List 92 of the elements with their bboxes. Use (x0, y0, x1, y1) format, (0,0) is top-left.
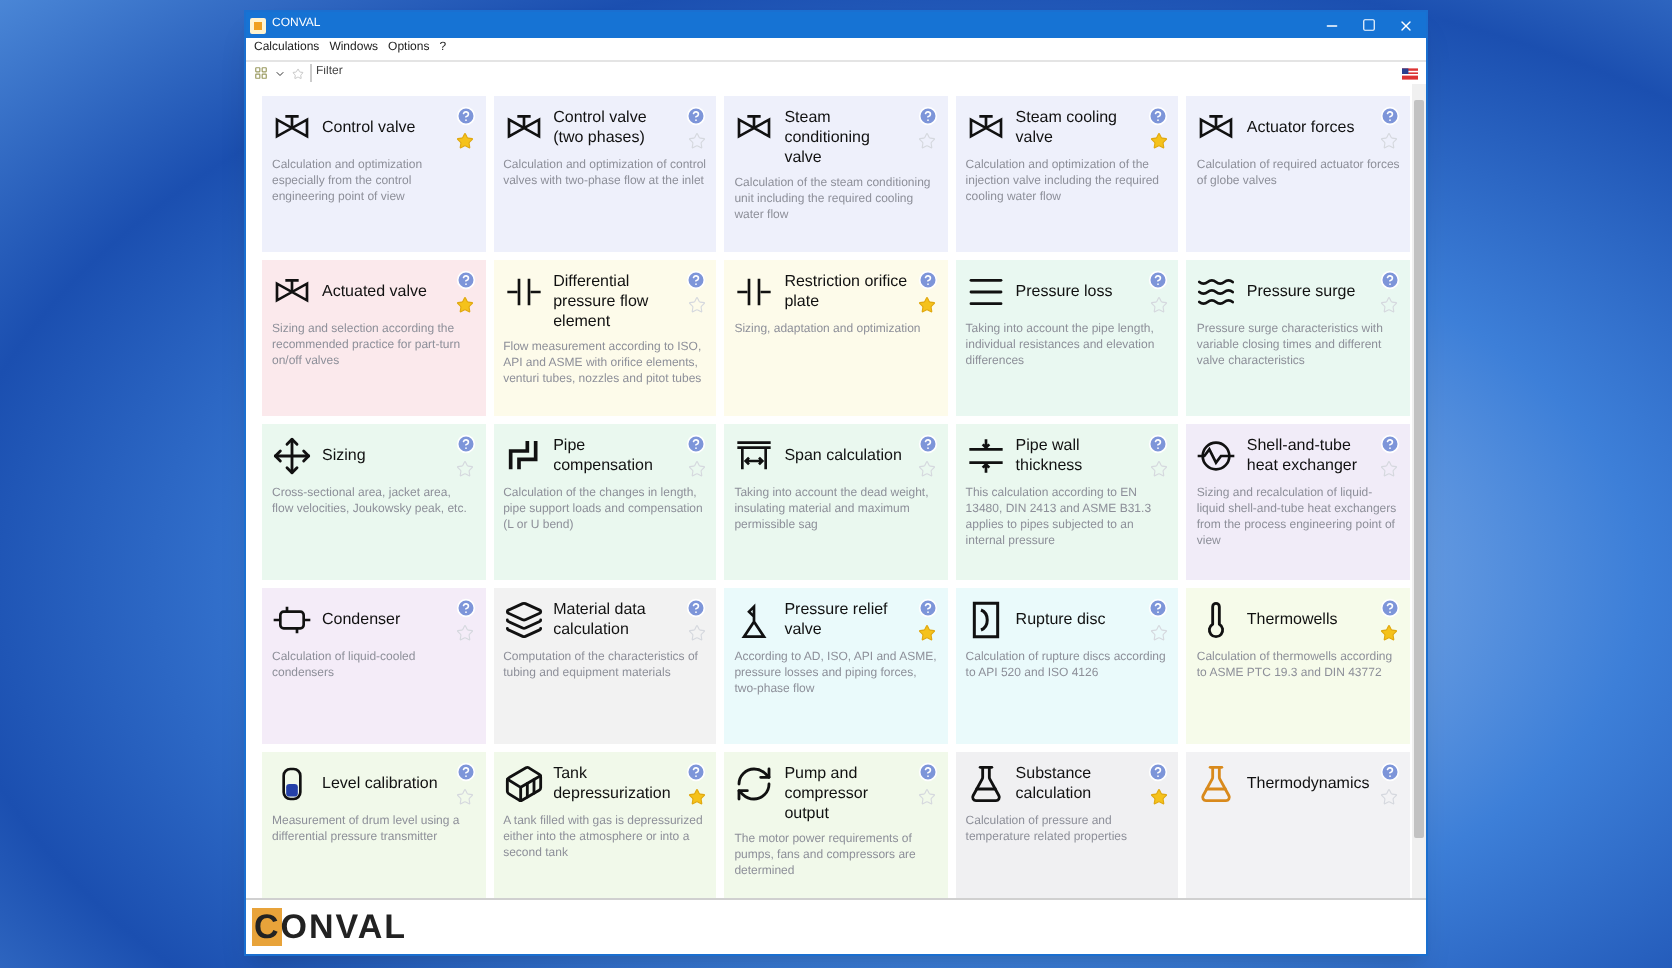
help-icon[interactable] (686, 434, 707, 454)
favorite-star-icon[interactable] (918, 296, 937, 314)
help-icon[interactable] (1148, 762, 1169, 782)
view-icon[interactable] (254, 66, 268, 80)
card-title: Control valve (322, 115, 418, 139)
help-icon[interactable] (686, 762, 707, 782)
card-title: Actuated valve (322, 279, 429, 303)
scrollbar[interactable] (1412, 84, 1426, 898)
help-icon[interactable] (1148, 434, 1169, 454)
help-icon[interactable] (1379, 762, 1400, 782)
pipe-wall-icon (965, 436, 1006, 476)
help-icon[interactable] (455, 598, 476, 618)
tank-icon (503, 764, 544, 804)
card-title: Tank depressurization (553, 762, 673, 804)
card-title: Material data calculation (553, 598, 648, 640)
card-title: Restriction orifice plate (784, 270, 908, 312)
favorite-star-icon[interactable] (687, 788, 706, 806)
favorite-star-icon[interactable] (456, 788, 475, 806)
help-icon[interactable] (917, 762, 938, 782)
card-title: Thermowells (1246, 607, 1340, 631)
card-title: Control valve (two phases) (553, 106, 649, 148)
pump-icon (734, 764, 775, 804)
arrows-icon (272, 436, 312, 476)
help-icon[interactable] (686, 598, 707, 618)
card-title: Condenser (322, 607, 403, 631)
favorite-star-icon[interactable] (687, 624, 706, 642)
favorite-star-icon[interactable] (918, 460, 937, 478)
favorite-star-icon[interactable] (1149, 624, 1168, 642)
heat-exchanger-icon (1196, 436, 1237, 476)
card-title: Span calculation (784, 443, 904, 468)
help-icon[interactable] (686, 106, 707, 126)
card-title: Shell-and-tube heat exchanger (1246, 434, 1360, 476)
card-title: Level calibration (322, 771, 440, 795)
favorite-star-icon[interactable] (1380, 460, 1399, 478)
flask-icon (965, 764, 1006, 804)
help-icon[interactable] (1379, 598, 1400, 618)
favorite-star-icon[interactable] (1380, 624, 1399, 642)
favorite-star-icon[interactable] (456, 460, 475, 478)
card-title: Substance calculation (1015, 762, 1094, 804)
help-icon[interactable] (917, 106, 938, 126)
caret-icon[interactable] (274, 67, 286, 79)
card-title: Pressure surge (1246, 279, 1358, 304)
card-title: Rupture disc (1015, 607, 1108, 632)
help-icon[interactable] (455, 270, 476, 290)
help-icon[interactable] (917, 434, 938, 454)
favorite-star-icon[interactable] (918, 788, 937, 806)
help-icon[interactable] (1148, 598, 1169, 618)
help-icon[interactable] (1379, 106, 1400, 126)
favorite-star-icon[interactable] (687, 460, 706, 478)
card-title: Pump and compressor output (784, 762, 870, 824)
app-logo-icon (250, 17, 266, 33)
favorite-star-icon[interactable] (1380, 296, 1399, 314)
card-title: Steam conditioning valve (784, 106, 872, 168)
help-icon[interactable] (1379, 270, 1400, 290)
favorite-star-icon[interactable] (1149, 788, 1168, 806)
help-icon[interactable] (1148, 106, 1169, 126)
help-icon[interactable] (686, 270, 707, 290)
card-title: Thermodynamics (1246, 771, 1370, 796)
favorite-star-icon[interactable] (1149, 132, 1168, 150)
favorite-star-icon[interactable] (1149, 296, 1168, 314)
favorite-star-icon[interactable] (1149, 460, 1168, 478)
calculation-card[interactable]: Thermodynamics (1186, 752, 1410, 898)
favorite-star-icon[interactable] (456, 624, 475, 642)
favorite-star-icon[interactable] (456, 132, 475, 150)
help-icon[interactable] (455, 434, 476, 454)
help-icon[interactable] (1148, 270, 1169, 290)
help-icon[interactable] (917, 270, 938, 290)
maximize-icon[interactable] (1362, 18, 1376, 32)
favorite-star-icon[interactable] (918, 132, 937, 150)
help-icon[interactable] (1379, 434, 1400, 454)
card-title: Pressure loss (1015, 279, 1115, 303)
favorite-star-icon[interactable] (1380, 788, 1399, 806)
card-title: Pipe wall thickness (1015, 434, 1085, 476)
star-icon[interactable] (292, 67, 304, 79)
help-icon[interactable] (455, 762, 476, 782)
flask-icon (1196, 764, 1237, 804)
favorite-star-icon[interactable] (918, 624, 937, 642)
card-title: Sizing (322, 443, 368, 468)
card-title: Pipe compensation (553, 434, 655, 476)
layers-icon (503, 600, 544, 640)
flag-icon[interactable] (1402, 67, 1418, 79)
close-icon[interactable] (1398, 17, 1414, 33)
card-title: Actuator forces (1246, 115, 1357, 139)
card-title: Pressure relief valve (784, 598, 890, 640)
favorite-star-icon[interactable] (1380, 132, 1399, 150)
help-icon[interactable] (917, 598, 938, 618)
card-title: Steam cooling valve (1015, 106, 1119, 148)
favorite-star-icon[interactable] (687, 296, 706, 314)
help-icon[interactable] (455, 106, 476, 126)
favorite-star-icon[interactable] (687, 132, 706, 150)
card-title: Differential pressure flow element (553, 270, 651, 332)
favorite-star-icon[interactable] (456, 296, 475, 314)
